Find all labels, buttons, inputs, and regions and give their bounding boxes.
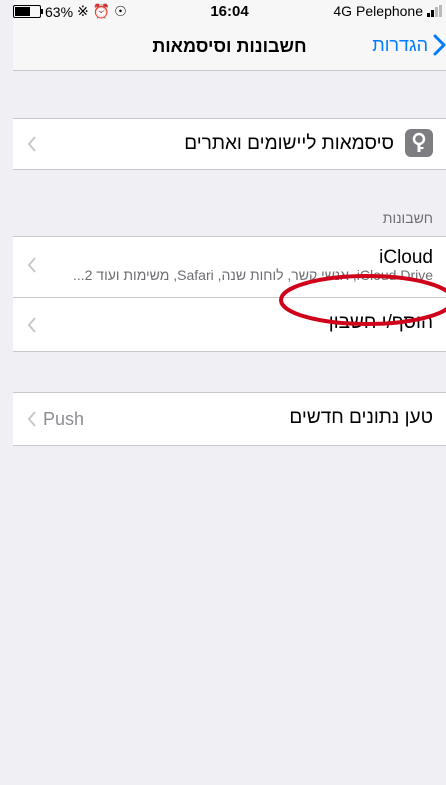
chevron-left-icon (27, 411, 37, 427)
settings-screen: 63% ※ ⏰ ☉ 16:04 4G Pelephone חשבונות וסי… (13, 0, 446, 785)
signal-icon (427, 5, 442, 17)
add-account-label: הוסף/י חשבון (328, 312, 433, 333)
chevron-left-icon (27, 317, 37, 333)
nav-bar: חשבונות וסיסמאות הגדרות (13, 22, 446, 71)
add-account-cell[interactable]: הוסף/י חשבון (13, 298, 446, 351)
passwords-label: סיסמאות ליישומים ואתרים (184, 133, 394, 154)
network-type: 4G (333, 3, 353, 19)
passwords-cell[interactable]: סיסמאות ליישומים ואתרים (13, 118, 446, 170)
fetch-new-data-label: טען נתונים חדשים (289, 407, 433, 428)
icloud-title: iCloud (379, 247, 433, 268)
status-bar: 63% ※ ⏰ ☉ 16:04 4G Pelephone (13, 0, 446, 22)
accounts-group: iCloud iCloud Drive, אנשי קשר, לוחות שנה… (13, 236, 446, 352)
fetch-new-data-cell[interactable]: טען נתונים חדשים Push (13, 392, 446, 446)
back-button[interactable]: הגדרות (372, 34, 446, 56)
fetch-value: Push (43, 409, 85, 429)
icloud-cell[interactable]: iCloud iCloud Drive, אנשי קשר, לוחות שנה… (13, 237, 446, 297)
chevron-left-icon (27, 257, 37, 273)
carrier-name: Pelephone (356, 3, 423, 19)
accounts-section-header: חשבונות (382, 210, 433, 226)
icloud-subtitle: iCloud Drive, אנשי קשר, לוחות שנה, Safar… (72, 267, 433, 283)
chevron-left-icon (27, 136, 37, 152)
back-label: הגדרות (372, 34, 428, 55)
key-icon (405, 129, 433, 157)
status-right: 4G Pelephone (333, 3, 442, 19)
chevron-right-icon (433, 34, 446, 56)
